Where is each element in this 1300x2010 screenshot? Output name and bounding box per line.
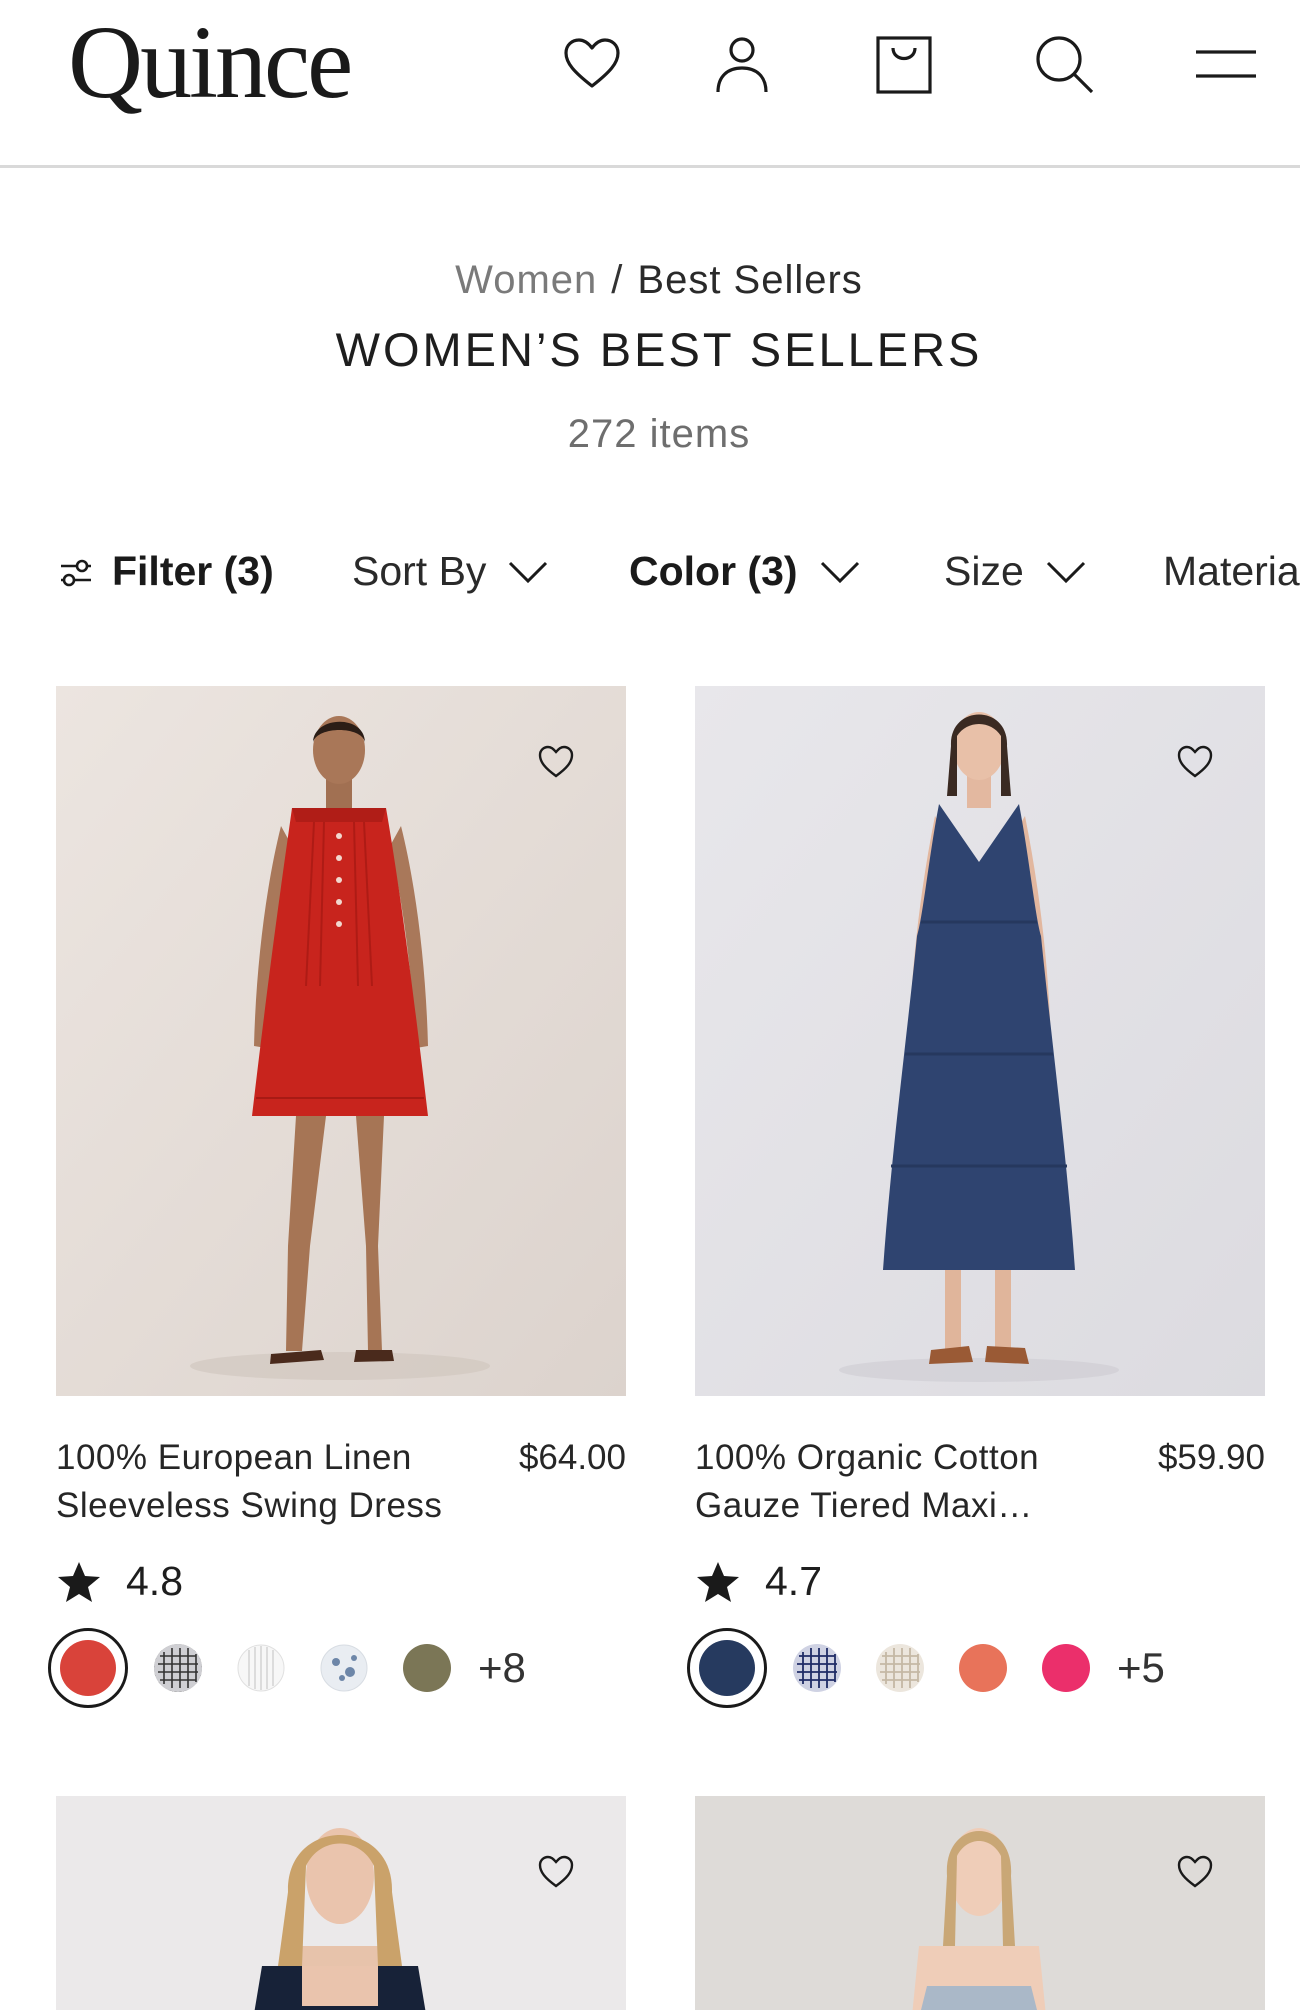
- product-image[interactable]: [695, 1796, 1265, 2010]
- product-rating: 4.7: [695, 1558, 822, 1605]
- favorite-heart-icon[interactable]: [1175, 742, 1215, 782]
- breadcrumb: Women / Best Sellers: [0, 258, 1300, 303]
- heart-icon[interactable]: [556, 28, 628, 100]
- chevron-down-icon: [820, 561, 859, 583]
- color-dropdown[interactable]: Color (3): [629, 548, 860, 595]
- product-name[interactable]: 100% Organic Cotton Gauze Tiered Maxi…: [695, 1434, 1115, 1530]
- page-title: WOMEN’S BEST SELLERS: [335, 323, 983, 376]
- size-dropdown[interactable]: Size: [944, 548, 1086, 595]
- product-photo-navy-top: [56, 1796, 626, 2010]
- product-card[interactable]: 100% European Linen Sleeveless Swing Dre…: [48, 686, 626, 1736]
- favorite-heart-icon[interactable]: [536, 742, 576, 782]
- rating-value: 4.8: [126, 1558, 183, 1604]
- product-image[interactable]: [56, 686, 626, 1396]
- color-swatch-olive[interactable]: [403, 1644, 451, 1692]
- star-icon: [697, 1561, 739, 1602]
- filter-button[interactable]: Filter (3): [58, 548, 274, 595]
- filter-sliders-icon: [61, 559, 91, 586]
- breadcrumb-separator: /: [611, 258, 624, 302]
- product-rating: 4.8: [56, 1558, 183, 1605]
- material-dropdown[interactable]: Materia: [1163, 548, 1300, 595]
- filter-bar: Filter (3) Sort By Color (3) Size Materi…: [0, 540, 1300, 610]
- chevron-down-icon: [509, 561, 548, 583]
- site-header: Quince: [0, 0, 1300, 168]
- color-swatch-pink[interactable]: [1042, 1644, 1090, 1692]
- color-swatch-selected[interactable]: [687, 1628, 767, 1708]
- more-colors-count[interactable]: +5: [1117, 1644, 1165, 1692]
- filter-label: Filter (3): [112, 548, 274, 594]
- color-swatch-coral[interactable]: [959, 1644, 1007, 1692]
- material-label: Materia: [1163, 548, 1300, 594]
- color-swatch-selected[interactable]: [48, 1628, 128, 1708]
- more-colors-count[interactable]: +8: [478, 1644, 526, 1692]
- favorite-heart-icon[interactable]: [536, 1852, 576, 1892]
- color-label: Color (3): [629, 548, 798, 594]
- breadcrumb-women[interactable]: Women: [455, 258, 597, 302]
- rating-value: 4.7: [765, 1558, 822, 1604]
- product-photo-red-dress: [56, 686, 626, 1396]
- color-swatch-floral[interactable]: [320, 1644, 368, 1692]
- product-price: $64.00: [518, 1438, 626, 1477]
- product-card[interactable]: 100% Organic Cotton Gauze Tiered Maxi… $…: [687, 686, 1265, 1736]
- sort-by-label: Sort By: [352, 548, 487, 594]
- color-swatch-grid[interactable]: [154, 1644, 202, 1692]
- account-icon[interactable]: [706, 28, 778, 100]
- color-swatches: +8: [48, 1626, 526, 1710]
- search-icon[interactable]: [1028, 28, 1100, 100]
- star-icon: [58, 1561, 100, 1602]
- product-image[interactable]: [56, 1796, 626, 2010]
- sort-by-dropdown[interactable]: Sort By: [352, 548, 548, 595]
- color-swatch-navy-grid[interactable]: [793, 1644, 841, 1692]
- color-swatch-stripe[interactable]: [237, 1644, 285, 1692]
- breadcrumb-best-sellers: Best Sellers: [637, 258, 863, 302]
- product-name[interactable]: 100% European Linen Sleeveless Swing Dre…: [56, 1434, 476, 1530]
- chevron-down-icon: [1046, 561, 1085, 583]
- product-price: $59.90: [1157, 1438, 1265, 1477]
- favorite-heart-icon[interactable]: [1175, 1852, 1215, 1892]
- product-photo-navy-maxi-dress: [695, 686, 1265, 1396]
- product-photo-light-blue-slip: [695, 1796, 1265, 2010]
- menu-icon[interactable]: [1190, 28, 1262, 100]
- item-count: 272 items: [567, 412, 751, 456]
- size-label: Size: [944, 548, 1024, 594]
- quince-logo[interactable]: Quince: [68, 5, 353, 120]
- color-swatch-beige-grid[interactable]: [876, 1644, 924, 1692]
- color-swatches: +5: [687, 1626, 1165, 1710]
- product-image[interactable]: [695, 686, 1265, 1396]
- shopping-bag-icon[interactable]: [868, 28, 940, 100]
